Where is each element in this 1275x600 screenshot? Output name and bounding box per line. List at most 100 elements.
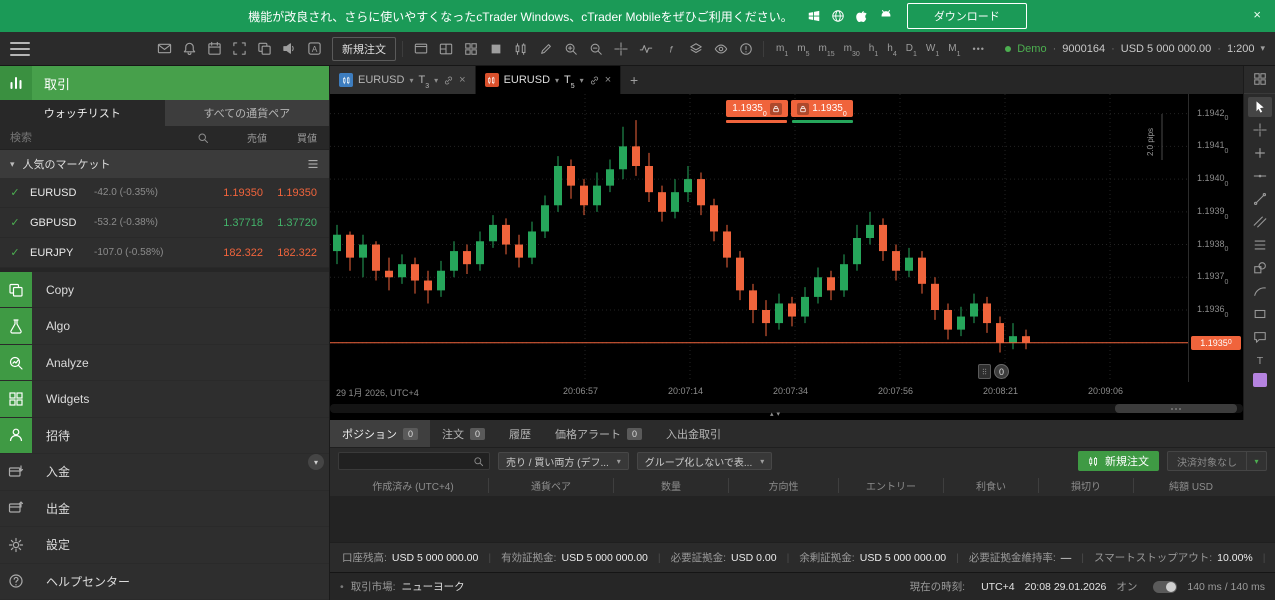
plus-tool-icon[interactable] bbox=[1248, 143, 1272, 163]
timeframe-h1[interactable]: h1 bbox=[865, 41, 882, 56]
more-timeframes-button[interactable]: ••• bbox=[972, 44, 984, 54]
tradewatch-tab-2[interactable]: 履歴 bbox=[497, 420, 543, 447]
collapse-sidebar-button[interactable]: ▾ bbox=[308, 454, 324, 470]
watchlist-row-eurjpy[interactable]: ✓EURJPY-107.0 (-0.58%)182.322182.322 bbox=[0, 238, 329, 268]
chart-canvas[interactable] bbox=[330, 94, 1188, 382]
sidebar-item-deposit[interactable]: 入金 bbox=[0, 454, 329, 490]
sidebar-item-withdraw[interactable]: 出金 bbox=[0, 491, 329, 527]
candles-icon[interactable] bbox=[509, 38, 532, 59]
mail-icon[interactable] bbox=[153, 38, 176, 59]
chart-tab-1[interactable]: EURUSD▾T3▾× bbox=[330, 66, 476, 94]
sell-price[interactable]: 1.19350 bbox=[205, 187, 263, 199]
timeframe-h4[interactable]: h4 bbox=[883, 41, 900, 56]
timeframe-W1[interactable]: W1 bbox=[922, 41, 943, 56]
fib-tool-icon[interactable] bbox=[1248, 235, 1272, 255]
lock-icon[interactable] bbox=[770, 103, 782, 115]
pulse-icon[interactable] bbox=[634, 38, 657, 59]
column-header[interactable]: 利食い bbox=[943, 478, 1038, 493]
shapes-tool-icon[interactable] bbox=[1248, 258, 1272, 278]
zoom-in-icon[interactable] bbox=[559, 38, 582, 59]
eye-icon[interactable] bbox=[709, 38, 732, 59]
cursor-tool-icon[interactable] bbox=[1248, 97, 1272, 117]
direction-filter-dropdown[interactable]: 売り / 買い両方 (デフ... ▾ bbox=[498, 452, 629, 470]
hline-tool-icon[interactable] bbox=[1248, 166, 1272, 186]
fx-icon[interactable] bbox=[659, 38, 682, 59]
list-menu-icon[interactable] bbox=[307, 158, 319, 170]
lang-icon[interactable] bbox=[303, 38, 326, 59]
window-icon[interactable] bbox=[409, 38, 432, 59]
layers-icon[interactable] bbox=[684, 38, 707, 59]
fullscreen-icon[interactable] bbox=[228, 38, 251, 59]
timeframe-M1[interactable]: M1 bbox=[944, 41, 964, 56]
drag-handle-icon[interactable] bbox=[978, 364, 991, 379]
timeframe-m15[interactable]: m15 bbox=[815, 41, 839, 56]
download-button[interactable]: ダウンロード bbox=[907, 3, 1027, 29]
sound-icon[interactable] bbox=[278, 38, 301, 59]
close-target-dropdown[interactable]: ▾ bbox=[1247, 451, 1267, 471]
watchlist-tab-0[interactable]: ウォッチリスト bbox=[0, 100, 165, 126]
new-order-button[interactable]: 新規注文 bbox=[1078, 451, 1159, 471]
buy-button[interactable]: 1.19350 bbox=[791, 100, 853, 117]
sell-button[interactable]: 1.19350 bbox=[726, 100, 788, 117]
column-header[interactable]: 作成済み (UTC+4) bbox=[338, 478, 488, 493]
column-header[interactable]: 通貨ペア bbox=[488, 478, 613, 493]
grouping-dropdown[interactable]: グループ化しないで表... ▾ bbox=[637, 452, 772, 470]
sidebar-item-invite[interactable]: 招待 bbox=[0, 418, 329, 454]
text-tool-icon[interactable] bbox=[1248, 350, 1272, 370]
buy-price[interactable]: 182.322 bbox=[263, 247, 329, 259]
bell-icon[interactable] bbox=[178, 38, 201, 59]
grid-icon[interactable] bbox=[459, 38, 482, 59]
price-axis[interactable]: 1.194201.194101.194001.193901.193801.193… bbox=[1188, 94, 1243, 382]
chart-scrollbar[interactable] bbox=[330, 404, 1243, 413]
timeframe-m1[interactable]: m1 bbox=[772, 41, 792, 56]
add-chart-button[interactable]: + bbox=[621, 66, 647, 94]
tradewatch-tab-4[interactable]: 入出金取引 bbox=[654, 420, 733, 447]
chevron-down-icon[interactable]: ▾ bbox=[409, 76, 413, 85]
close-icon[interactable]: × bbox=[459, 74, 465, 86]
chevron-down-icon[interactable]: ▾ bbox=[580, 76, 584, 85]
callout-tool-icon[interactable] bbox=[1248, 327, 1272, 347]
column-header[interactable]: エントリー bbox=[838, 478, 943, 493]
buy-price[interactable]: 1.37720 bbox=[263, 217, 329, 229]
link-icon[interactable] bbox=[443, 75, 454, 86]
chevron-down-icon[interactable]: ▾ bbox=[555, 76, 559, 85]
watchlist-group-header[interactable]: ▾ 人気のマーケット bbox=[0, 150, 329, 178]
account-switcher[interactable]: Demo · 9000164 · USD 5 000 000.00 · 1:20… bbox=[1005, 43, 1265, 55]
sell-price[interactable]: 1.37718 bbox=[205, 217, 263, 229]
sidebar-item-analyze[interactable]: Analyze bbox=[0, 345, 329, 381]
column-header[interactable]: 損切り bbox=[1038, 478, 1133, 493]
crosshair-tool-icon[interactable] bbox=[1248, 120, 1272, 140]
time-toggle[interactable] bbox=[1153, 581, 1177, 593]
edit-icon[interactable] bbox=[534, 38, 557, 59]
watchlist-tab-1[interactable]: すべての通貨ペア bbox=[165, 100, 330, 126]
tradewatch-tab-0[interactable]: ポジション0 bbox=[330, 420, 430, 447]
sell-price[interactable]: 182.322 bbox=[205, 247, 263, 259]
timeframe-D1[interactable]: D1 bbox=[902, 41, 921, 56]
menu-icon[interactable] bbox=[10, 42, 30, 56]
new-order-button[interactable]: 新規注文 bbox=[332, 37, 396, 61]
column-header[interactable]: 方向性 bbox=[728, 478, 838, 493]
workspace-grid-icon[interactable] bbox=[1248, 69, 1272, 89]
sidebar-item-help[interactable]: ヘルプセンター bbox=[0, 564, 329, 600]
calendar-icon[interactable] bbox=[203, 38, 226, 59]
layout-icon[interactable] bbox=[434, 38, 457, 59]
timeframe-m30[interactable]: m30 bbox=[840, 41, 864, 56]
crosshair-icon[interactable] bbox=[609, 38, 632, 59]
rect-tool-icon[interactable] bbox=[1248, 304, 1272, 324]
timeframe-m5[interactable]: m5 bbox=[793, 41, 813, 56]
chevron-down-icon[interactable]: ▾ bbox=[434, 76, 438, 85]
sidebar-item-settings[interactable]: 設定 bbox=[0, 527, 329, 563]
scrollbar-handle[interactable] bbox=[1115, 404, 1237, 413]
chart-plot[interactable]: 1.194201.194101.194001.193901.193801.193… bbox=[330, 94, 1243, 420]
tradewatch-tab-1[interactable]: 注文0 bbox=[430, 420, 497, 447]
zoom-out-icon[interactable] bbox=[584, 38, 607, 59]
alert-icon[interactable] bbox=[734, 38, 757, 59]
channel-tool-icon[interactable] bbox=[1248, 212, 1272, 232]
panel-splitter[interactable]: ▴ ▾ bbox=[770, 410, 780, 418]
column-header[interactable]: 純額 USD bbox=[1133, 478, 1248, 493]
position-marker[interactable]: 0 bbox=[978, 364, 1009, 379]
positions-search-input[interactable] bbox=[344, 455, 473, 468]
watchlist-search-input[interactable] bbox=[8, 131, 193, 145]
tradewatch-tab-3[interactable]: 価格アラート0 bbox=[543, 420, 654, 447]
chart-tab-2[interactable]: EURUSD▾T5▾× bbox=[476, 66, 622, 94]
